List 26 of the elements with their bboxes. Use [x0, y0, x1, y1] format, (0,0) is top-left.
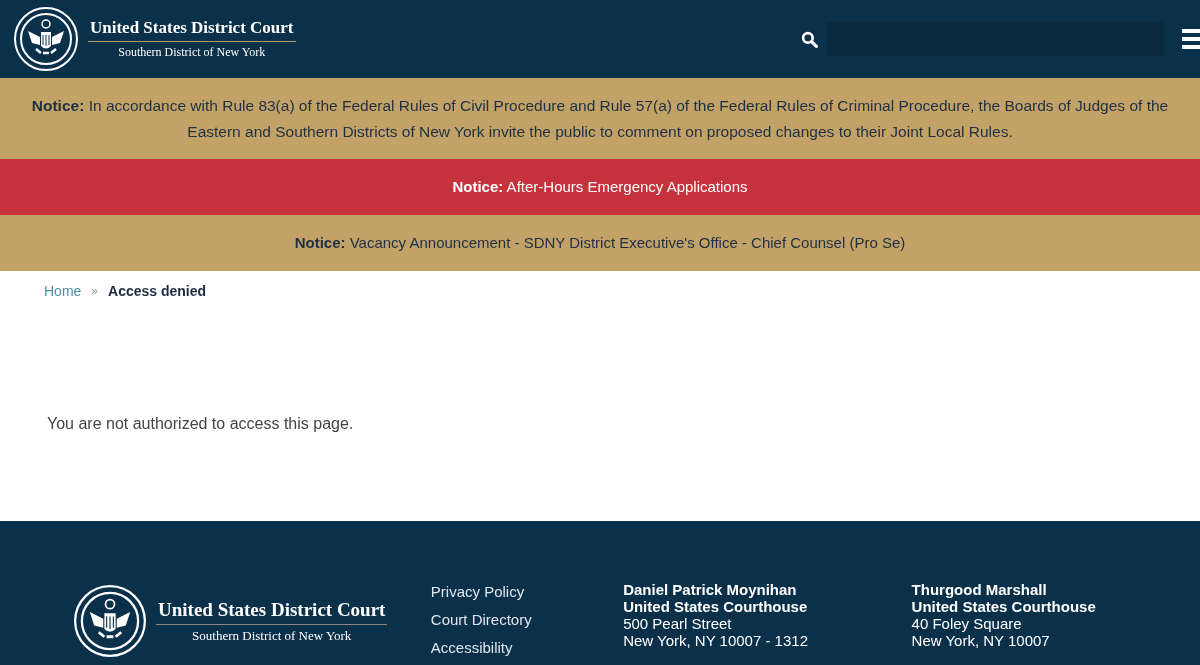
court-subtitle: Southern District of New York [192, 626, 352, 644]
notice-text[interactable]: Notice: After-Hours Emergency Applications [452, 174, 748, 200]
courthouse-name: United States Courthouse [911, 598, 1097, 615]
breadcrumb-link[interactable]: Home [44, 283, 82, 299]
courthouse-name: Thurgood Marshall [911, 581, 1048, 598]
address-line: 500 Pearl Street [623, 615, 733, 632]
address-line: New York, NY 10007 - 1312 [623, 632, 809, 649]
menu-icon[interactable] [1182, 29, 1200, 49]
breadcrumb-current: Access denied [108, 283, 207, 299]
notice-text[interactable]: Notice: In accordance with Rule 83(a) of the Federal Rules of Civil Procedure and Rule 57(a) of the Federal Rules of Criminal Procedure, the Boards of Judges of the Eastern and Southern Districts of New York invite the public to comment on proposed changes to their Joint Local Rules. [14, 92, 1186, 145]
notice-text[interactable]: Notice: Vacancy Announcement - SDNY District Executive's Office - Chief Counsel (Pro Se) [294, 230, 906, 256]
address-line: 40 Foley Square [911, 615, 1023, 632]
court-title: United States District Court [88, 18, 296, 42]
footer-link[interactable]: Court Directory [430, 611, 624, 628]
court-title: United States District Court [156, 598, 388, 625]
search-icon[interactable] [801, 30, 818, 48]
court-subtitle: Southern District of New York [118, 44, 266, 60]
seal-icon [14, 7, 78, 71]
footer-link[interactable]: Accessibility [430, 639, 624, 656]
seal-icon [74, 585, 146, 657]
breadcrumb-separator: » [91, 284, 99, 298]
footer-link[interactable]: Privacy Policy [430, 583, 624, 600]
courthouse-name: United States Courthouse [623, 598, 809, 615]
error-message: You are not authorized to access this page. [47, 415, 354, 433]
address-line: New York, NY 10007 [911, 632, 1051, 649]
courthouse-name: Daniel Patrick Moynihan [623, 581, 798, 598]
